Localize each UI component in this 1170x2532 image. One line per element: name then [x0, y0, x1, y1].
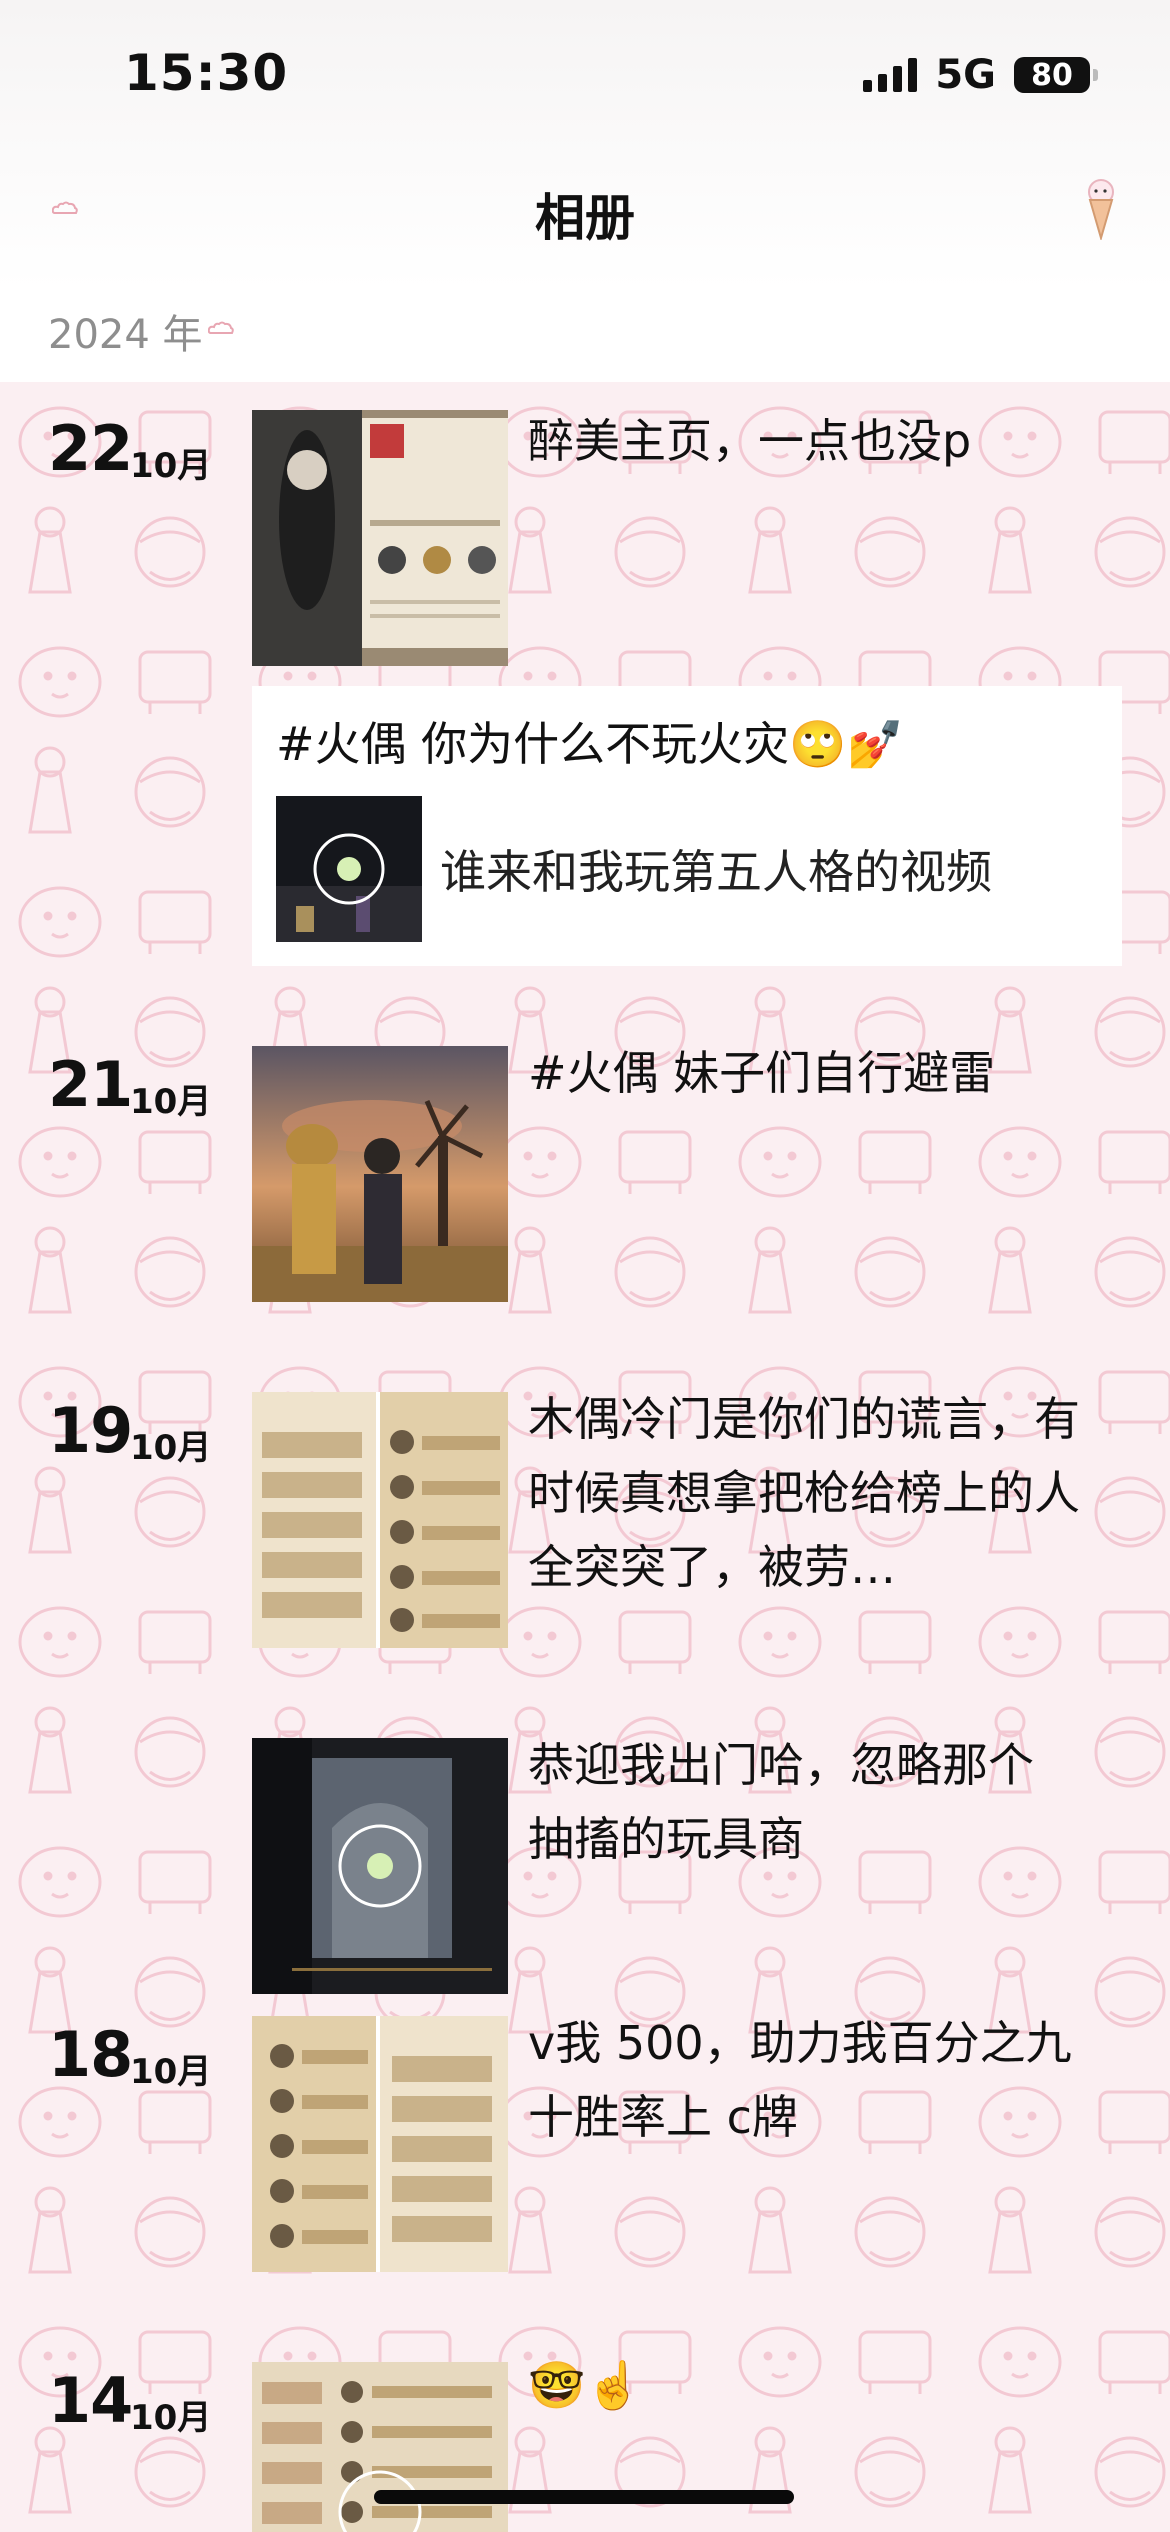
album-feed[interactable]: 22 10月 醉美主页，一点也没p #火偶 你为什么不玩火灾🙄💅 谁来和我玩第五…	[0, 382, 1170, 2532]
share-text: 谁来和我玩第五人格的视频	[440, 845, 992, 899]
photo-thumbnail[interactable]	[252, 2016, 508, 2272]
entry-caption: #火偶 妹子们自行避雷	[528, 1046, 996, 1100]
entry-caption: 🤓☝️	[528, 2358, 643, 2412]
entry-month: 10月	[130, 1428, 212, 1468]
battery-icon: 80	[1014, 57, 1098, 93]
video-thumbnail[interactable]	[252, 2362, 508, 2532]
video-thumbnail[interactable]	[252, 1738, 508, 1994]
entry-caption: 木偶冷门是你们的谎言，有时候真想拿把枪给榜上的人全突突了，被劳…	[528, 1392, 1080, 1594]
album-page: 15:30 5G 80 相册 2024 年 22 10月 醉美主页，一点也没p …	[0, 0, 1170, 2532]
top-bar: 15:30 5G 80 相册	[0, 0, 1170, 290]
entry-month: 10月	[130, 2052, 212, 2092]
battery-level: 80	[1031, 57, 1073, 93]
entry-caption: 恭迎我出门哈，忽略那个抽搐的玩具商	[528, 1738, 1034, 1866]
entry-day: 22	[48, 412, 133, 485]
network-type: 5G	[935, 52, 996, 98]
share-title: #火偶 你为什么不玩火灾🙄💅	[276, 717, 904, 771]
status-time: 15:30	[124, 44, 289, 102]
home-indicator[interactable]	[374, 2490, 794, 2504]
photo-thumbnail[interactable]	[252, 1046, 508, 1302]
page-title: 相册	[535, 189, 635, 247]
entry-month: 10月	[130, 2398, 212, 2438]
entry-day: 14	[48, 2364, 133, 2437]
shared-video-card[interactable]: #火偶 你为什么不玩火灾🙄💅 谁来和我玩第五人格的视频	[252, 686, 1122, 966]
entry-day: 18	[48, 2018, 133, 2091]
entry-caption: 醉美主页，一点也没p	[528, 414, 972, 468]
photo-thumbnail[interactable]	[252, 1392, 508, 1648]
signal-icon	[863, 58, 918, 92]
entry-month: 10月	[130, 446, 212, 486]
video-thumbnail[interactable]	[276, 796, 422, 942]
entry-day: 19	[48, 1394, 133, 1467]
status-icons: 5G 80	[863, 52, 1098, 98]
entry-month: 10月	[130, 1082, 212, 1122]
ice-cream-icon[interactable]	[1084, 178, 1118, 244]
entry-day: 21	[48, 1048, 133, 1121]
cloud-deco-icon	[207, 320, 234, 339]
entry-caption: v我 500，助力我百分之九十胜率上 c牌	[528, 2016, 1072, 2144]
photo-thumbnail[interactable]	[252, 410, 508, 666]
year-label: 2024 年	[48, 312, 203, 358]
